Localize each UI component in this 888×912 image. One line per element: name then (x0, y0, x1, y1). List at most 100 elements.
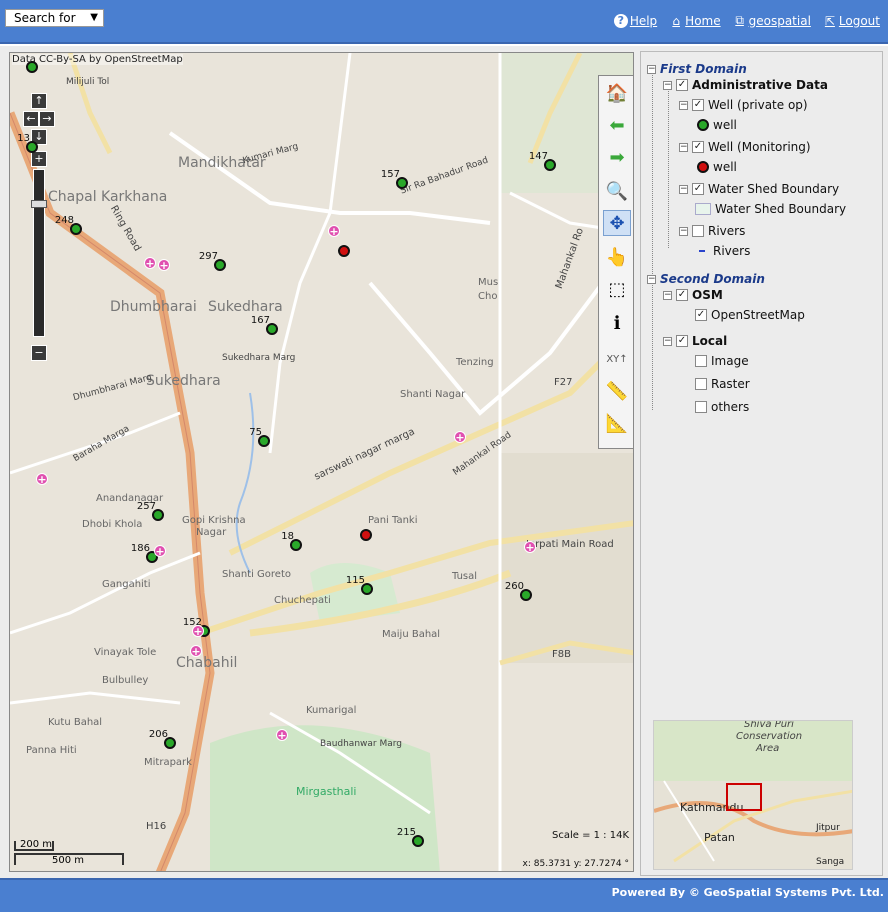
place-label: Dhumbharai (110, 299, 197, 315)
place-label: Kutu Bahal (48, 717, 103, 728)
raster-checkbox[interactable] (695, 378, 707, 390)
info-tool-icon[interactable]: ℹ (603, 310, 631, 336)
zoom-slider-handle[interactable] (31, 200, 47, 208)
legend-label: Water Shed Boundary (715, 202, 847, 216)
admin-checkbox[interactable]: ✓ (676, 79, 688, 91)
logout-link[interactable]: ⇱ Logout (823, 13, 880, 28)
hospital-icon[interactable]: + (192, 625, 204, 637)
collapse-icon[interactable]: − (679, 184, 688, 194)
tree-node-admin[interactable]: − ✓ Administrative Data (663, 78, 828, 92)
pan-left-button[interactable]: ← (23, 111, 39, 127)
pan-up-button[interactable]: ↑ (31, 93, 47, 109)
help-icon: ? (613, 13, 628, 28)
overview-extent-box[interactable] (726, 783, 762, 811)
road-label: F8B (552, 649, 571, 660)
legend-well-monitoring: well (697, 160, 737, 174)
help-link[interactable]: ? Help (613, 13, 657, 28)
collapse-icon[interactable]: − (679, 142, 688, 152)
measure-area-tool-icon[interactable]: 📐 (603, 410, 631, 436)
collapse-icon[interactable]: − (647, 274, 656, 284)
main-area: Data CC-By-SA by OpenStreetMap ↑ ← → ↓ +… (0, 46, 888, 878)
home-link[interactable]: ⌂ Home (669, 13, 720, 28)
pan-right-button[interactable]: → (39, 111, 55, 127)
tree-line (652, 282, 653, 410)
collapse-icon[interactable]: − (663, 336, 672, 346)
local-checkbox[interactable]: ✓ (676, 335, 688, 347)
zoom-in-button[interactable]: + (31, 151, 47, 167)
home-extent-icon[interactable]: 🏠 (603, 80, 631, 106)
tree-node-osm[interactable]: − ✓ OSM (663, 288, 723, 302)
well-marker-icon[interactable] (26, 61, 38, 73)
measure-length-tool-icon[interactable]: 📏 (603, 378, 631, 404)
hospital-icon[interactable]: + (158, 259, 170, 271)
hospital-icon[interactable]: + (154, 545, 166, 557)
collapse-icon[interactable]: − (663, 80, 672, 90)
hospital-icon[interactable]: + (36, 473, 48, 485)
openstreetmap-checkbox[interactable]: ✓ (695, 309, 707, 321)
place-label: Tusal (452, 571, 478, 582)
place-label: Mus (478, 277, 499, 288)
zoom-out-button[interactable]: − (31, 345, 47, 361)
road-label: Sukedhara Marg (222, 353, 296, 363)
hospital-icon[interactable]: + (524, 541, 536, 553)
second-domain-label: Second Domain (660, 272, 765, 286)
map-viewport[interactable]: Data CC-By-SA by OpenStreetMap ↑ ← → ↓ +… (9, 52, 634, 872)
footer-text: Powered By © GeoSpatial Systems Pvt. Ltd… (611, 886, 884, 899)
tree-node-image[interactable]: Image (695, 354, 749, 368)
collapse-icon[interactable]: − (679, 100, 688, 110)
osm-checkbox[interactable]: ✓ (676, 289, 688, 301)
place-label: Mitrapark (144, 757, 192, 768)
image-checkbox[interactable] (695, 355, 707, 367)
well-label: 115 (345, 575, 365, 586)
tree-node-openstreetmap[interactable]: ✓ OpenStreetMap (695, 308, 805, 322)
tree-node-raster[interactable]: Raster (695, 377, 750, 391)
previous-view-icon[interactable]: ⬅ (603, 112, 631, 138)
road-label: Milijuli Tol (66, 77, 110, 87)
watershed-checkbox[interactable]: ✓ (692, 183, 704, 195)
tree-node-others[interactable]: others (695, 400, 749, 414)
search-for-select[interactable]: Search for ▼ (5, 9, 104, 27)
tree-node-first-domain[interactable]: − First Domain (647, 62, 747, 76)
zoom-in-tool-icon[interactable]: 🔍 (603, 178, 631, 204)
hospital-icon[interactable]: + (144, 257, 156, 269)
place-label: Chabahil (176, 655, 238, 671)
well-private-checkbox[interactable]: ✓ (692, 99, 704, 111)
well-marker-icon[interactable] (360, 529, 372, 541)
collapse-icon[interactable]: − (647, 64, 656, 74)
place-label: Chapal Karkhana (48, 189, 168, 205)
tree-node-well-private[interactable]: − ✓ Well (private op) (679, 98, 808, 112)
tree-node-local[interactable]: − ✓ Local (663, 334, 727, 348)
collapse-icon[interactable]: − (679, 226, 688, 236)
overview-label: Shiva Puri (744, 720, 794, 730)
overview-map[interactable]: Shiva Puri Conservation Area Kathmandu P… (653, 720, 853, 870)
tree-node-watershed[interactable]: − ✓ Water Shed Boundary (679, 182, 839, 196)
select-box-tool-icon[interactable]: ⬚ (603, 276, 631, 302)
tree-line (652, 70, 653, 278)
image-label: Image (711, 354, 749, 368)
identify-tool-icon[interactable]: 👆 (603, 244, 631, 270)
geospatial-link[interactable]: ⧉ geospatial (733, 13, 811, 28)
xy-coordinate-tool-icon[interactable]: XY↑ (603, 346, 631, 372)
tree-line (668, 88, 669, 248)
well-monitoring-label: Well (Monitoring) (708, 140, 811, 154)
collapse-icon[interactable]: − (663, 290, 672, 300)
others-checkbox[interactable] (695, 401, 707, 413)
tree-node-well-monitoring[interactable]: − ✓ Well (Monitoring) (679, 140, 811, 154)
tree-node-rivers[interactable]: − Rivers (679, 224, 745, 238)
hospital-icon[interactable]: + (276, 729, 288, 741)
place-label: Sukedhara (208, 299, 283, 315)
legend-label: Rivers (713, 244, 751, 258)
place-label: Shanti Nagar (400, 389, 466, 400)
zoom-bar[interactable] (31, 169, 47, 337)
pan-tool-icon[interactable]: ✥ (603, 210, 631, 236)
hospital-icon[interactable]: + (190, 645, 202, 657)
well-marker-icon[interactable] (338, 245, 350, 257)
map-toolbar: 🏠 ⬅ ➡ 🔍 ✥ 👆 ⬚ ℹ XY↑ 📏 📐 (598, 75, 633, 449)
next-view-icon[interactable]: ➡ (603, 144, 631, 170)
rivers-checkbox[interactable] (692, 225, 704, 237)
well-label: 248 (54, 215, 74, 226)
hospital-icon[interactable]: + (454, 431, 466, 443)
hospital-icon[interactable]: + (328, 225, 340, 237)
well-monitoring-checkbox[interactable]: ✓ (692, 141, 704, 153)
tree-node-second-domain[interactable]: − Second Domain (647, 272, 765, 286)
